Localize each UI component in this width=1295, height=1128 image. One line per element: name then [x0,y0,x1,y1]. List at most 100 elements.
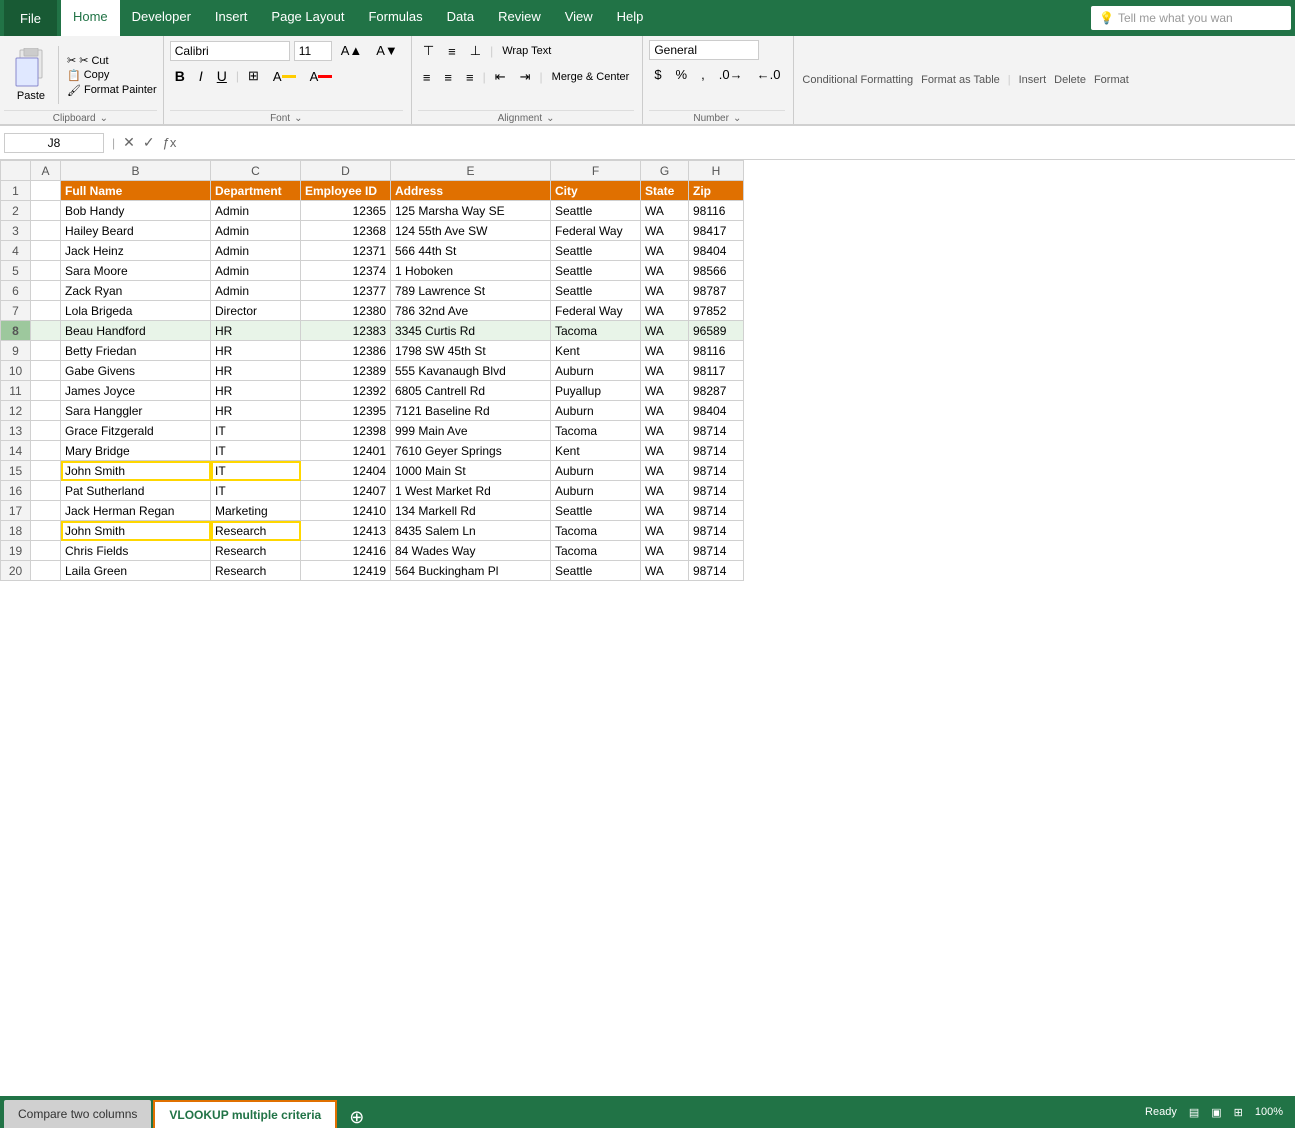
cell-h9[interactable]: 98116 [689,341,744,361]
align-right-button[interactable]: ≡ [461,67,479,88]
cell-g5[interactable]: WA [641,261,689,281]
border-button[interactable]: ⊞ [243,65,264,87]
format-as-table-button[interactable]: Format as Table [921,74,1000,86]
cell-c7[interactable]: Director [211,301,301,321]
cell-a8[interactable] [31,321,61,341]
cell-b1[interactable]: Full Name [61,181,211,201]
cell-g4[interactable]: WA [641,241,689,261]
cell-g3[interactable]: WA [641,221,689,241]
expand-icon[interactable]: ⌄ [100,113,108,124]
cell-f16[interactable]: Auburn [551,481,641,501]
cell-c15[interactable]: IT [211,461,301,481]
cell-e5[interactable]: 1 Hoboken [391,261,551,281]
cell-a4[interactable] [31,241,61,261]
cell-a16[interactable] [31,481,61,501]
cell-c18[interactable]: Research [211,521,301,541]
cell-d13[interactable]: 12398 [301,421,391,441]
cell-c17[interactable]: Marketing [211,501,301,521]
cell-f1[interactable]: City [551,181,641,201]
cell-d5[interactable]: 12374 [301,261,391,281]
cell-a2[interactable] [31,201,61,221]
cell-f15[interactable]: Auburn [551,461,641,481]
cell-h15[interactable]: 98714 [689,461,744,481]
cell-c10[interactable]: HR [211,361,301,381]
font-size-input[interactable] [294,41,332,61]
font-expand-icon[interactable]: ⌄ [294,113,302,124]
font-color-button[interactable]: A [305,66,338,87]
format-button[interactable]: Format [1094,74,1129,86]
cell-f12[interactable]: Auburn [551,401,641,421]
cell-c8[interactable]: HR [211,321,301,341]
col-header-d[interactable]: D [301,161,391,181]
cell-reference-box[interactable] [4,133,104,153]
cell-f2[interactable]: Seattle [551,201,641,221]
indent-right-button[interactable]: ⇥ [515,66,536,88]
confirm-formula-icon[interactable]: ✓ [139,134,159,151]
cell-c11[interactable]: HR [211,381,301,401]
cell-b2[interactable]: Bob Handy [61,201,211,221]
insert-function-icon[interactable]: ƒx [159,135,181,150]
cell-a11[interactable] [31,381,61,401]
cell-h13[interactable]: 98714 [689,421,744,441]
cell-d8[interactable]: 12383 [301,321,391,341]
underline-button[interactable]: U [212,65,232,87]
cell-g2[interactable]: WA [641,201,689,221]
cell-b3[interactable]: Hailey Beard [61,221,211,241]
view-normal-icon[interactable]: ▤ [1189,1106,1199,1119]
cell-g7[interactable]: WA [641,301,689,321]
align-center-button[interactable]: ≡ [439,67,457,88]
cell-b8[interactable]: Beau Handford [61,321,211,341]
cell-g1[interactable]: State [641,181,689,201]
cell-h16[interactable]: 98714 [689,481,744,501]
cell-h10[interactable]: 98117 [689,361,744,381]
cell-e10[interactable]: 555 Kavanaugh Blvd [391,361,551,381]
cell-d9[interactable]: 12386 [301,341,391,361]
cell-d20[interactable]: 12419 [301,561,391,581]
cell-e17[interactable]: 134 Markell Rd [391,501,551,521]
font-name-input[interactable] [170,41,290,61]
cell-f6[interactable]: Seattle [551,281,641,301]
cell-a10[interactable] [31,361,61,381]
alignment-expand-icon[interactable]: ⌄ [546,113,554,124]
cell-e15[interactable]: 1000 Main St [391,461,551,481]
cell-f10[interactable]: Auburn [551,361,641,381]
cell-d1[interactable]: Employee ID [301,181,391,201]
menu-help[interactable]: Help [605,0,656,36]
cell-a17[interactable] [31,501,61,521]
increase-decimal-button[interactable]: ←.0 [752,64,786,85]
cell-f3[interactable]: Federal Way [551,221,641,241]
cell-h18[interactable]: 98714 [689,521,744,541]
align-left-button[interactable]: ≡ [418,67,436,88]
cell-d6[interactable]: 12377 [301,281,391,301]
cell-b13[interactable]: Grace Fitzgerald [61,421,211,441]
increase-font-button[interactable]: A▲ [336,40,368,61]
cell-a19[interactable] [31,541,61,561]
cell-g12[interactable]: WA [641,401,689,421]
decrease-decimal-button[interactable]: .0→ [714,64,748,85]
cell-e4[interactable]: 566 44th St [391,241,551,261]
cell-e9[interactable]: 1798 SW 45th St [391,341,551,361]
cell-g20[interactable]: WA [641,561,689,581]
col-header-c[interactable]: C [211,161,301,181]
decrease-font-button[interactable]: A▼ [371,40,403,61]
cell-e1[interactable]: Address [391,181,551,201]
cell-d7[interactable]: 12380 [301,301,391,321]
cell-f18[interactable]: Tacoma [551,521,641,541]
col-header-e[interactable]: E [391,161,551,181]
cell-e18[interactable]: 8435 Salem Ln [391,521,551,541]
cell-f8[interactable]: Tacoma [551,321,641,341]
cell-h4[interactable]: 98404 [689,241,744,261]
cell-b17[interactable]: Jack Herman Regan [61,501,211,521]
cell-a18[interactable] [31,521,61,541]
cell-d3[interactable]: 12368 [301,221,391,241]
cell-a13[interactable] [31,421,61,441]
cell-a7[interactable] [31,301,61,321]
cell-b16[interactable]: Pat Sutherland [61,481,211,501]
cell-a12[interactable] [31,401,61,421]
fill-color-button[interactable]: A [268,66,301,87]
wrap-text-button[interactable]: Wrap Text [497,42,577,60]
cell-b18[interactable]: John Smith [61,521,211,541]
currency-button[interactable]: $ [649,64,666,85]
cell-a14[interactable] [31,441,61,461]
cell-c14[interactable]: IT [211,441,301,461]
